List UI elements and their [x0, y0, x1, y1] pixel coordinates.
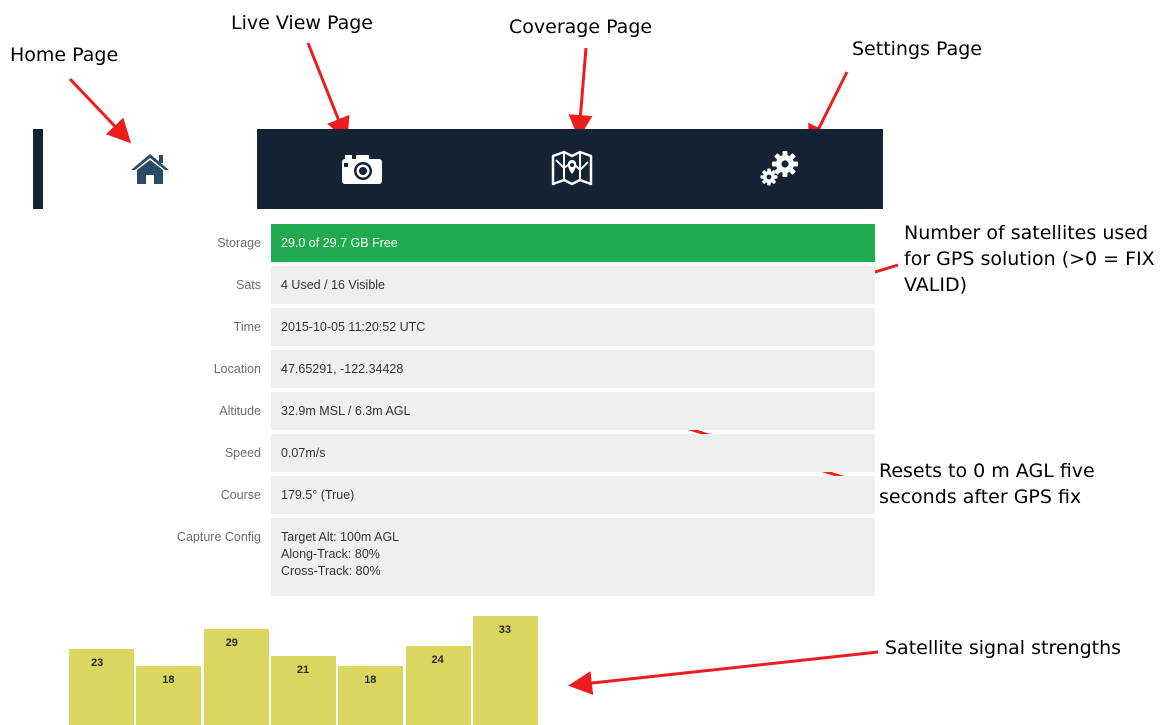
speed-value: 0.07m/s	[271, 434, 875, 472]
sats-value: 4 Used / 16 Visible	[271, 266, 875, 304]
sats-note-line-1: Number of satellites used	[904, 222, 1149, 244]
sats-note-line-2: for GPS solution (>0 = FIX	[904, 248, 1155, 270]
signal-bar[interactable]: 33	[472, 616, 538, 725]
nav-coverage-button[interactable]	[467, 129, 677, 209]
nav-settings-button[interactable]	[677, 129, 883, 209]
storage-label: Storage	[217, 236, 261, 250]
nav-home-button[interactable]	[43, 129, 257, 209]
sats-label: Sats	[235, 278, 261, 292]
signal-note-callout: Satellite signal strengths	[885, 637, 1122, 659]
signal-bar-value: 18	[364, 673, 377, 686]
nav-live-view-button[interactable]	[257, 129, 467, 209]
signal-bar-value: 21	[296, 663, 310, 676]
gears-icon	[760, 151, 798, 186]
altitude-value: 32.9m MSL / 6.3m AGL	[271, 392, 875, 430]
signal-bar[interactable]: 23	[69, 649, 134, 725]
signal-bar-value: 23	[91, 657, 104, 670]
signal-bar-value: 18	[162, 673, 175, 686]
location-label: Location	[213, 362, 261, 376]
signal-bar[interactable]: 21	[270, 655, 336, 725]
altitude-label: Altitude	[219, 404, 261, 418]
course-value: 179.5° (True)	[271, 476, 875, 514]
map-icon	[551, 150, 593, 186]
signal-bar-value: 24	[431, 653, 444, 666]
signal-bar-value: 33	[498, 624, 512, 636]
arrow-signal-note	[568, 650, 879, 695]
signal-bar[interactable]: 18	[338, 665, 404, 725]
signal-bar-value: 29	[225, 637, 238, 650]
signal-bar[interactable]: 24	[405, 645, 471, 725]
signal-bar[interactable]: 29	[203, 629, 269, 725]
sats-note-callout: Number of satellites used for GPS soluti…	[904, 220, 1155, 298]
signal-bar[interactable]: 18	[136, 665, 202, 725]
agl-note-line-2: seconds after GPS fix	[879, 486, 1082, 508]
capture-config-value: Target Alt: 100m AGL Along-Track: 80% Cr…	[271, 518, 875, 596]
capture-config-label: Capture Config	[176, 530, 261, 544]
agl-note-callout: Resets to 0 m AGL five seconds after GPS…	[879, 458, 1095, 510]
camera-icon	[342, 155, 382, 184]
time-label: Time	[233, 320, 261, 334]
location-value: 47.65291, -122.34428	[271, 350, 875, 388]
speed-label: Speed	[224, 446, 261, 460]
home-icon	[131, 154, 169, 184]
agl-note-line-1: Resets to 0 m AGL five	[879, 460, 1095, 482]
nav-bar-edge	[33, 129, 43, 209]
arrow-live-view-page	[306, 42, 350, 142]
settings-page-callout: Settings Page	[852, 38, 982, 60]
time-value: 2015-10-05 11:20:52 UTC	[271, 308, 875, 346]
capture-config-line: Along-Track: 80%	[281, 547, 380, 561]
capture-config-line: Cross-Track: 80%	[281, 564, 381, 578]
course-label: Course	[220, 488, 261, 502]
storage-value: 29.0 of 29.7 GB Free	[271, 224, 875, 262]
arrow-coverage-page	[568, 47, 593, 139]
sats-note-line-3: VALID)	[904, 274, 968, 296]
live-view-page-callout: Live View Page	[231, 12, 373, 34]
capture-config-line: Target Alt: 100m AGL	[281, 530, 400, 544]
coverage-page-callout: Coverage Page	[509, 16, 653, 38]
home-page-callout: Home Page	[10, 44, 119, 66]
